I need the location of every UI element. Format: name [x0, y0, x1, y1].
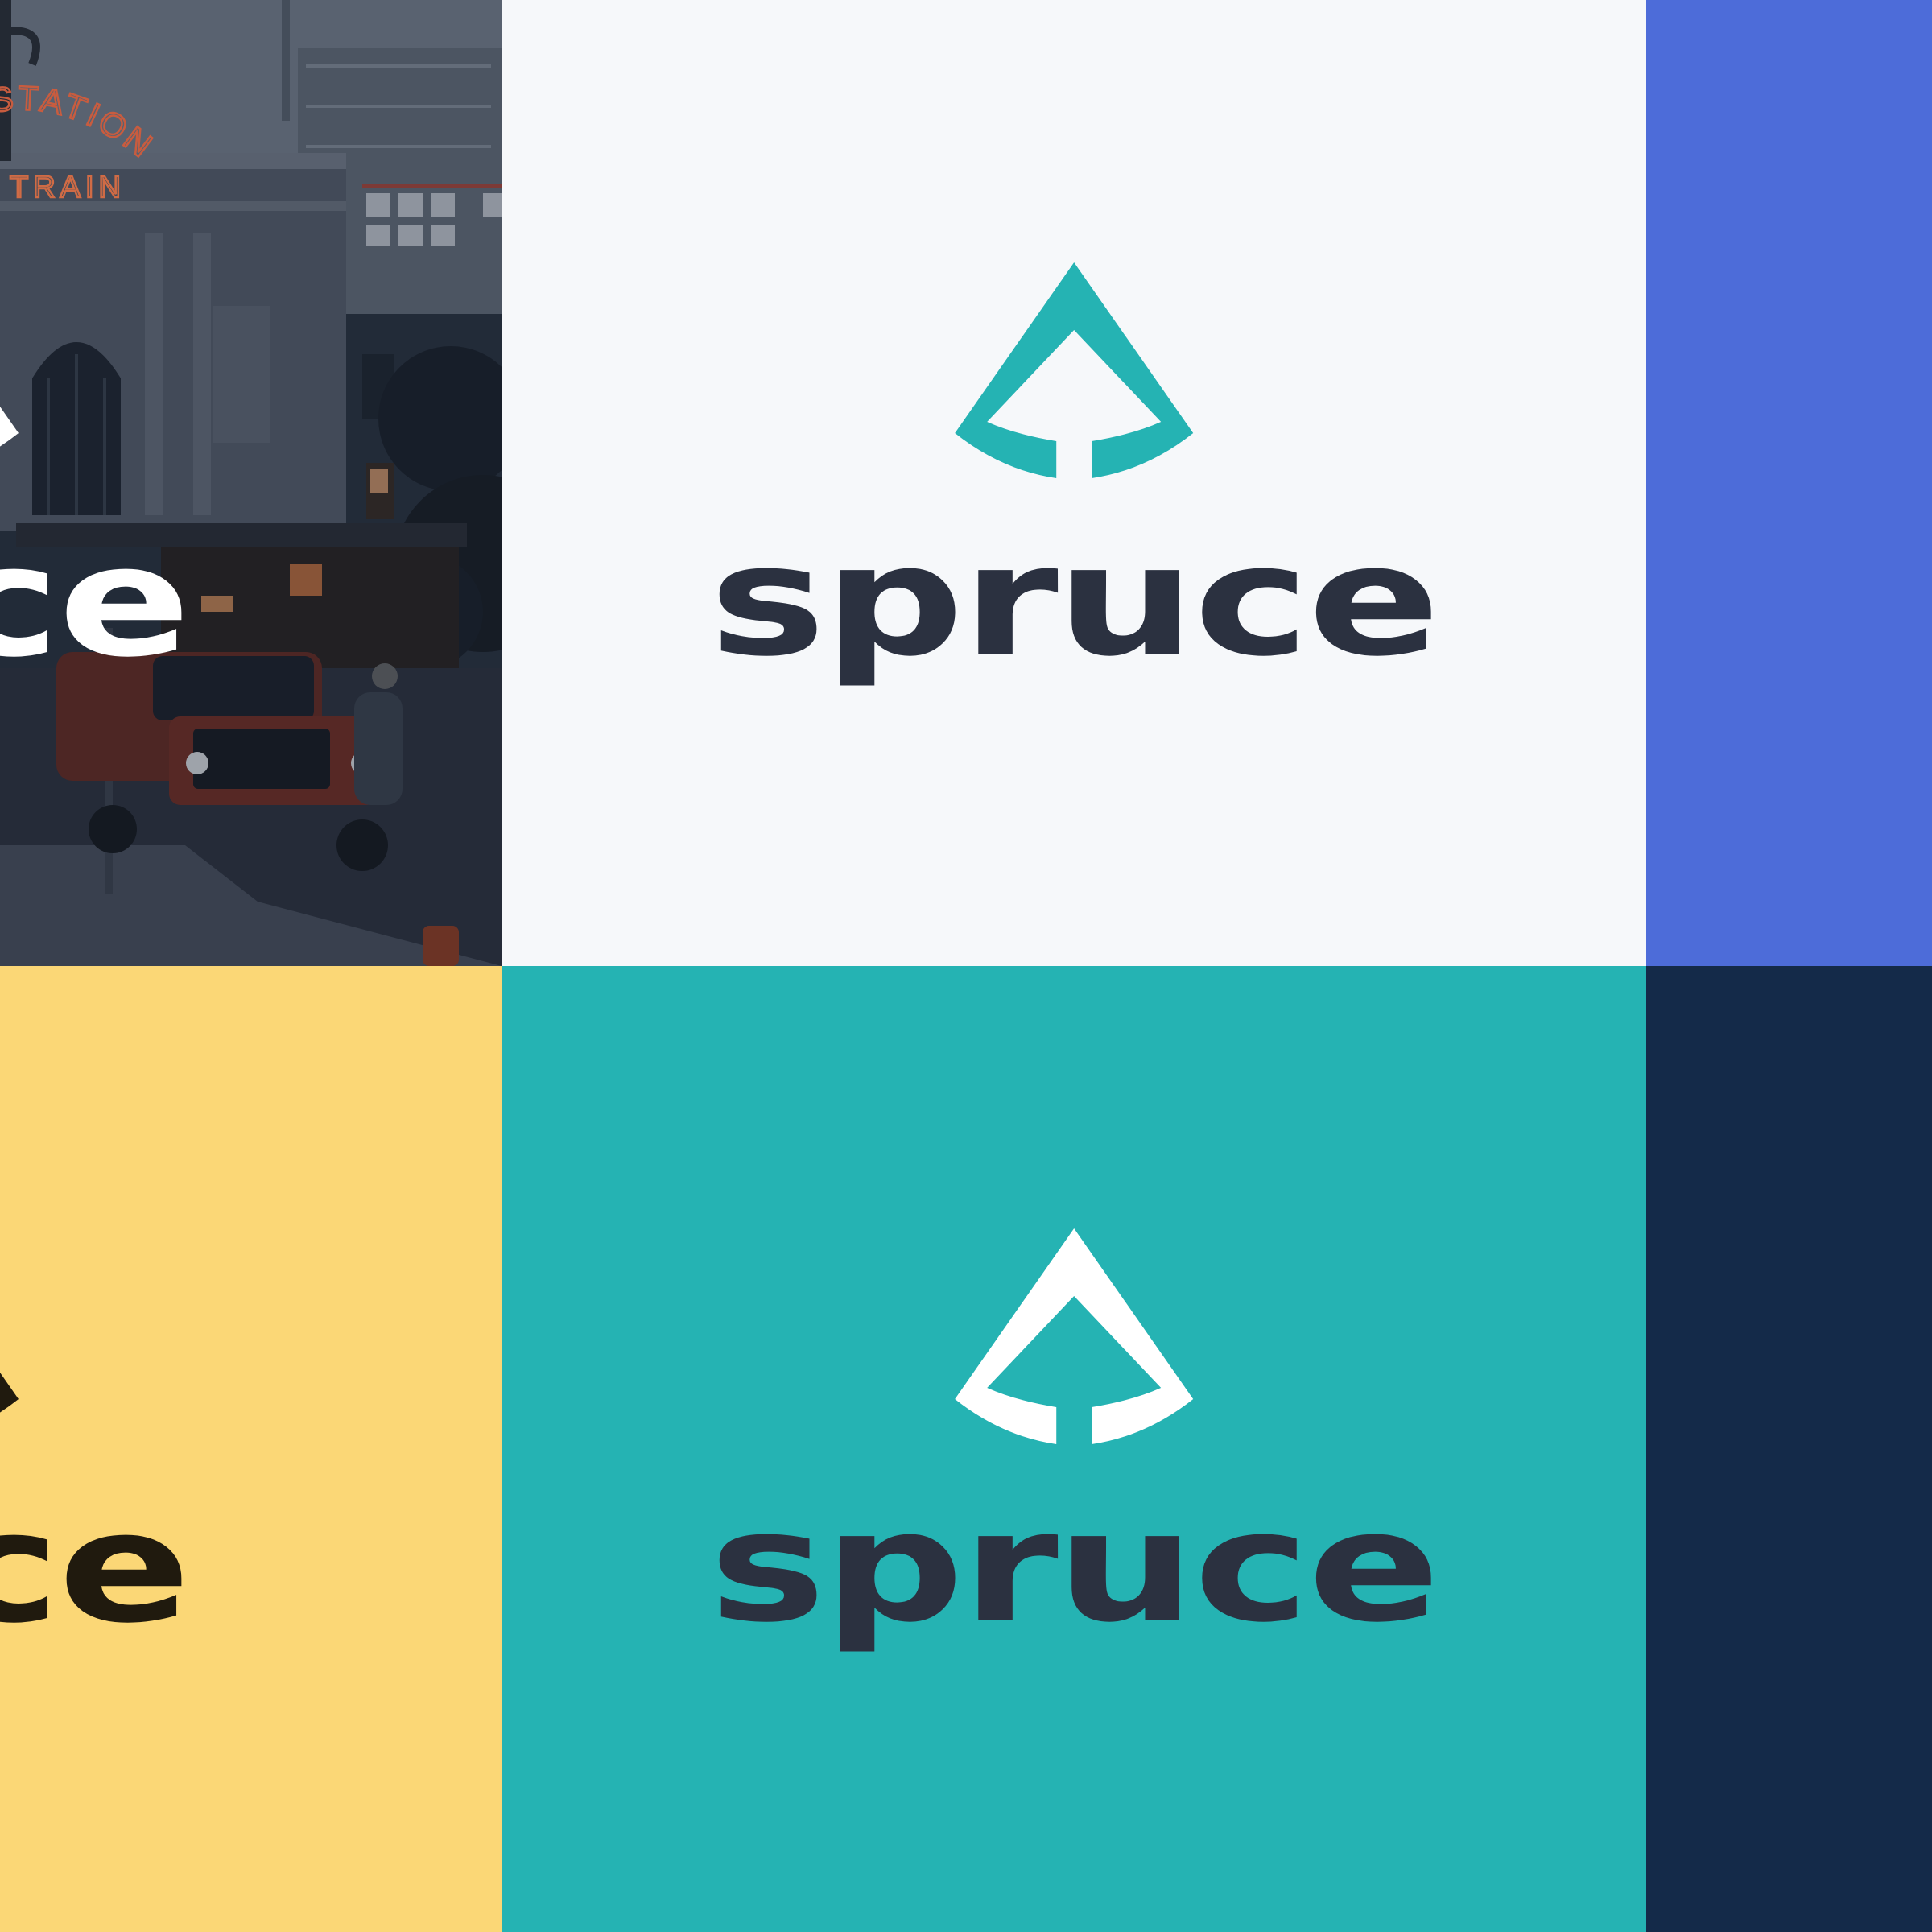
svg-text:STATION: STATION	[0, 79, 162, 166]
spruce-tree-mark-icon	[955, 1228, 1193, 1444]
wordmark: spruce	[709, 512, 1440, 690]
logo-lockup-light: spruce	[709, 262, 1440, 678]
yellow-logo-tile: spruce	[0, 966, 502, 1932]
station-sign-bottom: TRAIN	[10, 171, 126, 204]
photo-wordmark: spruce	[0, 513, 192, 691]
brand-showcase-grid: STATION TRAIN spruce spruce spruce	[0, 0, 1932, 1932]
blue-color-tile	[1646, 0, 1932, 966]
light-logo-tile: spruce	[502, 0, 1646, 966]
spruce-tree-mark-icon	[0, 1373, 19, 1413]
wordmark: spruce	[709, 1478, 1440, 1656]
station-sign: STATION TRAIN	[0, 78, 162, 206]
spruce-tree-mark-icon	[955, 262, 1193, 478]
logo-lockup-teal: spruce	[709, 1228, 1440, 1644]
yellow-wordmark: spruce	[0, 1479, 192, 1657]
spruce-tree-mark-icon	[0, 407, 19, 447]
teal-logo-tile: spruce	[502, 966, 1646, 1932]
photo-tile: STATION TRAIN spruce	[0, 0, 502, 966]
navy-color-tile	[1646, 966, 1932, 1932]
station-sign-top: STATION	[0, 78, 159, 167]
